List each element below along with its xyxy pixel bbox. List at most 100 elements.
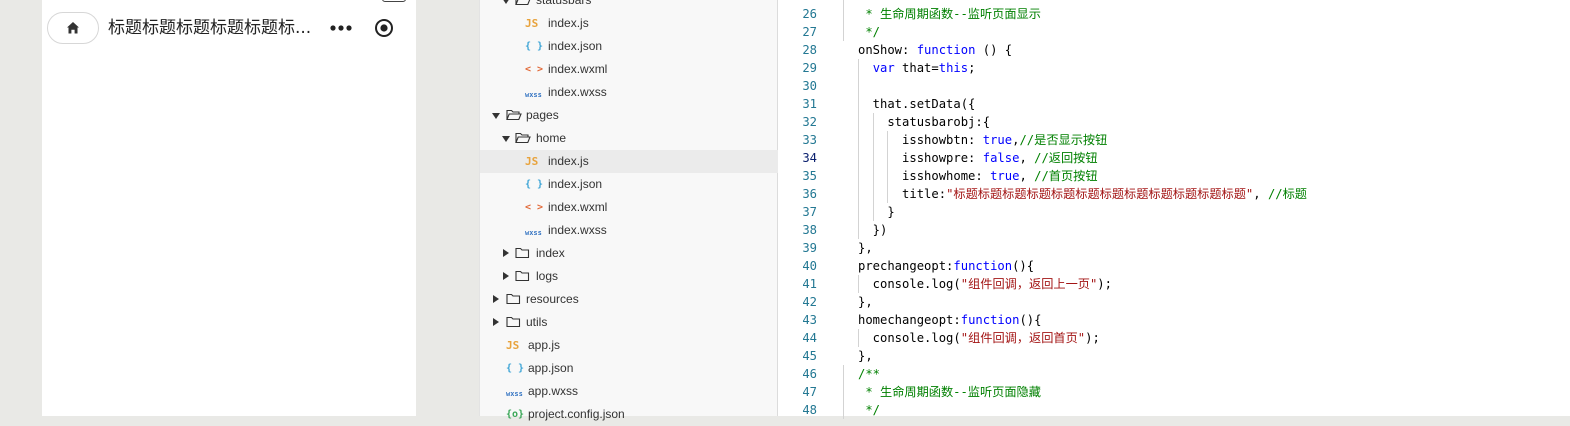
tree-item-label: resources bbox=[526, 292, 579, 306]
tree-folder-pages[interactable]: pages bbox=[480, 104, 778, 127]
chevron-right-icon[interactable] bbox=[493, 318, 499, 326]
wxml-file-icon: < > bbox=[525, 202, 544, 213]
wxml-file-icon: < > bbox=[525, 64, 544, 75]
record-target-icon[interactable] bbox=[374, 18, 394, 38]
code-line[interactable]: }) bbox=[858, 221, 888, 239]
tree-file-index-wxss[interactable]: wxss index.wxss bbox=[480, 81, 778, 104]
js-file-icon: JS bbox=[506, 339, 520, 352]
tree-file-project-config-json[interactable]: {o} project.config.json bbox=[480, 403, 778, 426]
tree-item-label: app.wxss bbox=[528, 384, 579, 398]
folder-open-icon bbox=[506, 109, 522, 124]
tree-file-app-wxss[interactable]: wxss app.wxss bbox=[480, 380, 778, 403]
code-line[interactable]: }, bbox=[858, 347, 873, 365]
tree-item-label: index.js bbox=[548, 16, 589, 30]
tree-item-label: index.json bbox=[548, 39, 603, 53]
code-line[interactable]: } bbox=[858, 203, 894, 221]
line-number: 37 bbox=[802, 205, 817, 219]
code-line[interactable]: * 生命周期函数--监听页面显示 bbox=[858, 5, 1041, 23]
line-number: 29 bbox=[802, 61, 817, 75]
line-number: 40 bbox=[802, 259, 817, 273]
tree-item-label: index.wxml bbox=[548, 200, 608, 214]
tree-file-app-js[interactable]: JS app.js bbox=[480, 334, 778, 357]
tree-file-index-json[interactable]: { } index.json bbox=[480, 35, 778, 58]
tree-item-label: home bbox=[536, 131, 567, 145]
tree-item-label: utils bbox=[526, 315, 548, 329]
code-line[interactable]: /** bbox=[858, 365, 880, 383]
chevron-down-icon[interactable] bbox=[502, 0, 510, 4]
panel-gap bbox=[416, 0, 479, 416]
tree-folder-logs[interactable]: logs bbox=[480, 265, 778, 288]
code-line[interactable]: console.log("组件回调，返回首页"); bbox=[858, 329, 1100, 347]
file-tree: statusbars JS index.js { } index.json < > inde… bbox=[479, 0, 778, 421]
folder-icon bbox=[506, 316, 521, 331]
tree-folder-utils[interactable]: utils bbox=[480, 311, 778, 334]
line-number: 47 bbox=[802, 385, 817, 399]
line-number: 43 bbox=[802, 313, 817, 327]
line-number: 28 bbox=[802, 43, 817, 57]
code-line[interactable]: }, bbox=[858, 293, 873, 311]
code-line[interactable]: statusbarobj:{ bbox=[858, 113, 990, 131]
tree-item-label: index bbox=[536, 246, 565, 260]
code-line[interactable]: homechangeopt:function(){ bbox=[858, 311, 1041, 329]
tree-file-app-json[interactable]: { } app.json bbox=[480, 357, 778, 380]
line-number: 46 bbox=[802, 367, 817, 381]
code-line[interactable]: }, bbox=[858, 239, 873, 257]
folder-icon bbox=[515, 270, 530, 285]
line-number: 31 bbox=[802, 97, 817, 111]
tree-file-index-js[interactable]: JS index.js bbox=[480, 150, 778, 173]
tree-file-index-wxml[interactable]: < > index.wxml bbox=[480, 58, 778, 81]
code-line[interactable]: isshowpre: false, //返回按钮 bbox=[858, 149, 1098, 167]
line-number: 27 bbox=[802, 25, 817, 39]
wxss-file-icon: wxss bbox=[525, 91, 542, 99]
tree-folder-resources[interactable]: resources bbox=[480, 288, 778, 311]
code-line[interactable]: var that=this; bbox=[858, 59, 976, 77]
line-number: 45 bbox=[802, 349, 817, 363]
chevron-down-icon[interactable] bbox=[502, 136, 510, 142]
tree-item-label: logs bbox=[536, 269, 559, 283]
line-number: 41 bbox=[802, 277, 817, 291]
tree-item-label: project.config.json bbox=[528, 407, 625, 421]
tree-folder-home[interactable]: home bbox=[480, 127, 778, 150]
code-line[interactable]: prechangeopt:function(){ bbox=[858, 257, 1034, 275]
line-number: 35 bbox=[802, 169, 817, 183]
chevron-down-icon[interactable] bbox=[492, 113, 500, 119]
code-line[interactable]: */ bbox=[858, 401, 880, 419]
line-number: 42 bbox=[802, 295, 817, 309]
tree-file-index-js[interactable]: JS index.js bbox=[480, 12, 778, 35]
tree-item-label: app.json bbox=[528, 361, 574, 375]
tree-file-index-wxss[interactable]: wxss index.wxss bbox=[480, 219, 778, 242]
code-line[interactable]: */ bbox=[858, 23, 880, 41]
folder-open-icon bbox=[515, 132, 531, 147]
code-line[interactable]: console.log("组件回调，返回上一页"); bbox=[858, 275, 1112, 293]
cfg-file-icon: {o} bbox=[506, 409, 525, 420]
tree-item-label: index.wxss bbox=[548, 223, 607, 237]
tree-item-label: index.wxml bbox=[548, 62, 608, 76]
tree-item-label: statusbars bbox=[536, 0, 592, 7]
tree-file-index-wxml[interactable]: < > index.wxml bbox=[480, 196, 778, 219]
tree-item-label: app.js bbox=[528, 338, 561, 352]
code-line[interactable]: isshowhome: true, //首页按钮 bbox=[858, 167, 1098, 185]
tree-folder-statusbars[interactable]: statusbars bbox=[480, 0, 778, 12]
tree-folder-index[interactable]: index bbox=[480, 242, 778, 265]
left-gutter bbox=[0, 0, 42, 416]
page-title: 标题标题标题标题标题标... bbox=[108, 18, 312, 38]
code-line[interactable]: * 生命周期函数--监听页面隐藏 bbox=[858, 383, 1041, 401]
line-number: 48 bbox=[802, 403, 817, 417]
code-editor[interactable]: 2526 * 生命周期函数--监听页面显示27 */28onShow: func… bbox=[778, 0, 1570, 419]
json-file-icon: { } bbox=[525, 41, 544, 52]
wxss-file-icon: wxss bbox=[525, 229, 542, 237]
js-file-icon: JS bbox=[525, 155, 539, 168]
code-line[interactable]: title:"标题标题标题标题标题标题标题标题标题标题标题标题", //标题 bbox=[858, 185, 1307, 203]
chevron-right-icon[interactable] bbox=[503, 272, 509, 280]
more-dots-icon[interactable] bbox=[330, 20, 354, 36]
simulator-screen bbox=[42, 0, 416, 416]
tree-item-label: index.js bbox=[548, 154, 589, 168]
chevron-right-icon[interactable] bbox=[493, 295, 499, 303]
code-line[interactable]: that.setData({ bbox=[858, 95, 976, 113]
home-button[interactable] bbox=[47, 12, 99, 44]
chevron-right-icon[interactable] bbox=[503, 249, 509, 257]
tree-file-index-json[interactable]: { } index.json bbox=[480, 173, 778, 196]
code-line[interactable]: onShow: function () { bbox=[858, 41, 1012, 59]
simulator-top-control[interactable] bbox=[382, 0, 406, 2]
code-line[interactable]: isshowbtn: true,//是否显示按钮 bbox=[858, 131, 1107, 149]
